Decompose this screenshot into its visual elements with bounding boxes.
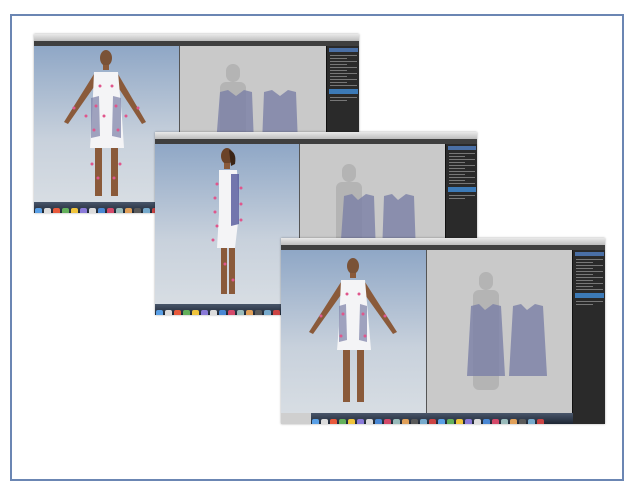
dock[interactable] (155, 304, 299, 315)
pattern-pieces (467, 304, 547, 376)
dock[interactable] (311, 413, 573, 424)
object-browser-panel[interactable] (572, 250, 605, 424)
avatar-side (211, 148, 243, 294)
2d-pattern-window[interactable] (427, 250, 572, 413)
3d-viewport[interactable] (155, 144, 300, 304)
screenshot-front-view-final (281, 238, 605, 424)
avatar-front (309, 258, 397, 402)
3d-viewport[interactable] (281, 250, 427, 413)
